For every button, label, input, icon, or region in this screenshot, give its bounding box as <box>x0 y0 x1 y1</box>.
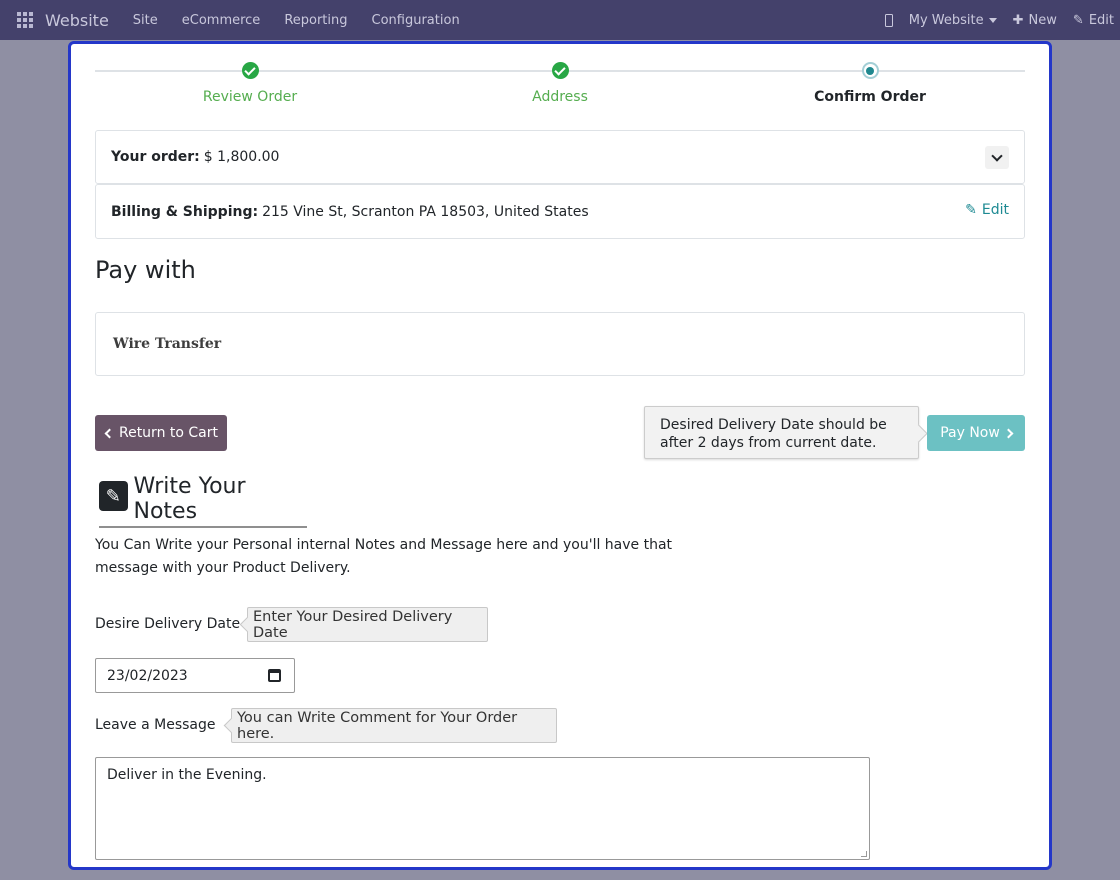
calendar-icon[interactable] <box>268 669 281 682</box>
top-navbar: Website Site eCommerce Reporting Configu… <box>0 0 1120 40</box>
step-address[interactable]: Address <box>460 62 660 105</box>
delivery-date-input[interactable]: 23/02/2023 <box>95 658 295 693</box>
resize-handle-icon[interactable] <box>861 851 867 857</box>
payment-method-label: Wire Transfer <box>113 336 222 352</box>
new-button[interactable]: ✚ New <box>1013 13 1057 28</box>
edit-address-link[interactable]: ✎ Edit <box>965 202 1009 218</box>
menu-site[interactable]: Site <box>133 13 158 28</box>
website-selector[interactable]: My Website <box>909 13 997 28</box>
app-title[interactable]: Website <box>45 11 109 30</box>
menu-reporting[interactable]: Reporting <box>284 13 347 28</box>
pencil-icon: ✎ <box>1072 12 1084 28</box>
pencil-square-icon: ✎ <box>99 481 128 511</box>
billing-label: Billing & Shipping: <box>111 203 259 220</box>
delivery-date-value: 23/02/2023 <box>107 667 188 684</box>
mobile-preview-icon[interactable] <box>884 13 893 27</box>
caret-down-icon <box>988 17 997 23</box>
order-summary-card: Your order: $ 1,800.00 <box>95 130 1025 184</box>
message-label: Leave a Message <box>95 717 216 733</box>
edit-button[interactable]: ✎ Edit <box>1073 13 1114 28</box>
return-to-cart-button[interactable]: Return to Cart <box>95 415 227 451</box>
message-textarea[interactable]: Deliver in the Evening. <box>95 757 870 860</box>
website-selector-label: My Website <box>908 12 984 28</box>
notes-description: You Can Write your Personal internal Not… <box>95 537 673 576</box>
menu-ecommerce[interactable]: eCommerce <box>182 13 261 28</box>
step-confirm-order: Confirm Order <box>770 62 970 105</box>
plus-icon: ✚ <box>1012 12 1024 28</box>
return-to-cart-label: Return to Cart <box>118 425 218 441</box>
delivery-date-label: Desire Delivery Date <box>95 616 241 632</box>
current-step-dot-icon <box>861 62 879 79</box>
chevron-right-icon <box>1003 428 1014 438</box>
step-label: Confirm Order <box>814 89 926 105</box>
order-amount: $ 1,800.00 <box>203 149 280 165</box>
apps-grid-icon[interactable] <box>17 12 33 28</box>
step-review-order[interactable]: Review Order <box>150 62 350 105</box>
chevron-down-icon <box>991 149 1003 162</box>
delivery-date-hint: Enter Your Desired Delivery Date <box>247 607 488 642</box>
message-value: Deliver in the Evening. <box>107 767 267 783</box>
pay-now-label: Pay Now <box>940 425 1000 441</box>
order-label: Your order: <box>111 149 200 165</box>
pay-with-heading: Pay with <box>95 256 196 284</box>
checkout-progress: Review Order Address Confirm Order <box>95 44 1025 124</box>
edit-address-label: Edit <box>981 202 1009 218</box>
billing-address: 215 Vine St, Scranton PA 18503, United S… <box>262 203 589 220</box>
pay-now-button[interactable]: Pay Now <box>927 415 1025 451</box>
check-circle-icon <box>241 62 259 79</box>
check-circle-icon <box>551 62 569 79</box>
edit-icon: ✎ <box>965 202 977 218</box>
checkout-content: Review Order Address Confirm Order Your … <box>95 44 1025 860</box>
notes-title: Write Your Notes <box>133 474 246 524</box>
order-expand-button[interactable] <box>985 146 1009 169</box>
notes-heading: ✎ Write Your Notes <box>99 474 307 528</box>
menu-configuration[interactable]: Configuration <box>372 13 460 28</box>
chevron-left-icon <box>104 428 115 438</box>
delivery-date-tooltip: Desired Delivery Date should be after 2 … <box>644 406 919 459</box>
message-hint: You can Write Comment for Your Order her… <box>231 708 557 743</box>
edit-button-label: Edit <box>1088 12 1114 28</box>
step-label: Address <box>532 89 588 105</box>
billing-shipping-card: Billing & Shipping: 215 Vine St, Scranto… <box>95 184 1025 239</box>
step-label: Review Order <box>202 89 298 105</box>
checkout-frame: Review Order Address Confirm Order Your … <box>68 41 1052 870</box>
payment-method-wire-transfer[interactable]: Wire Transfer <box>95 312 1025 376</box>
new-button-label: New <box>1028 12 1057 28</box>
